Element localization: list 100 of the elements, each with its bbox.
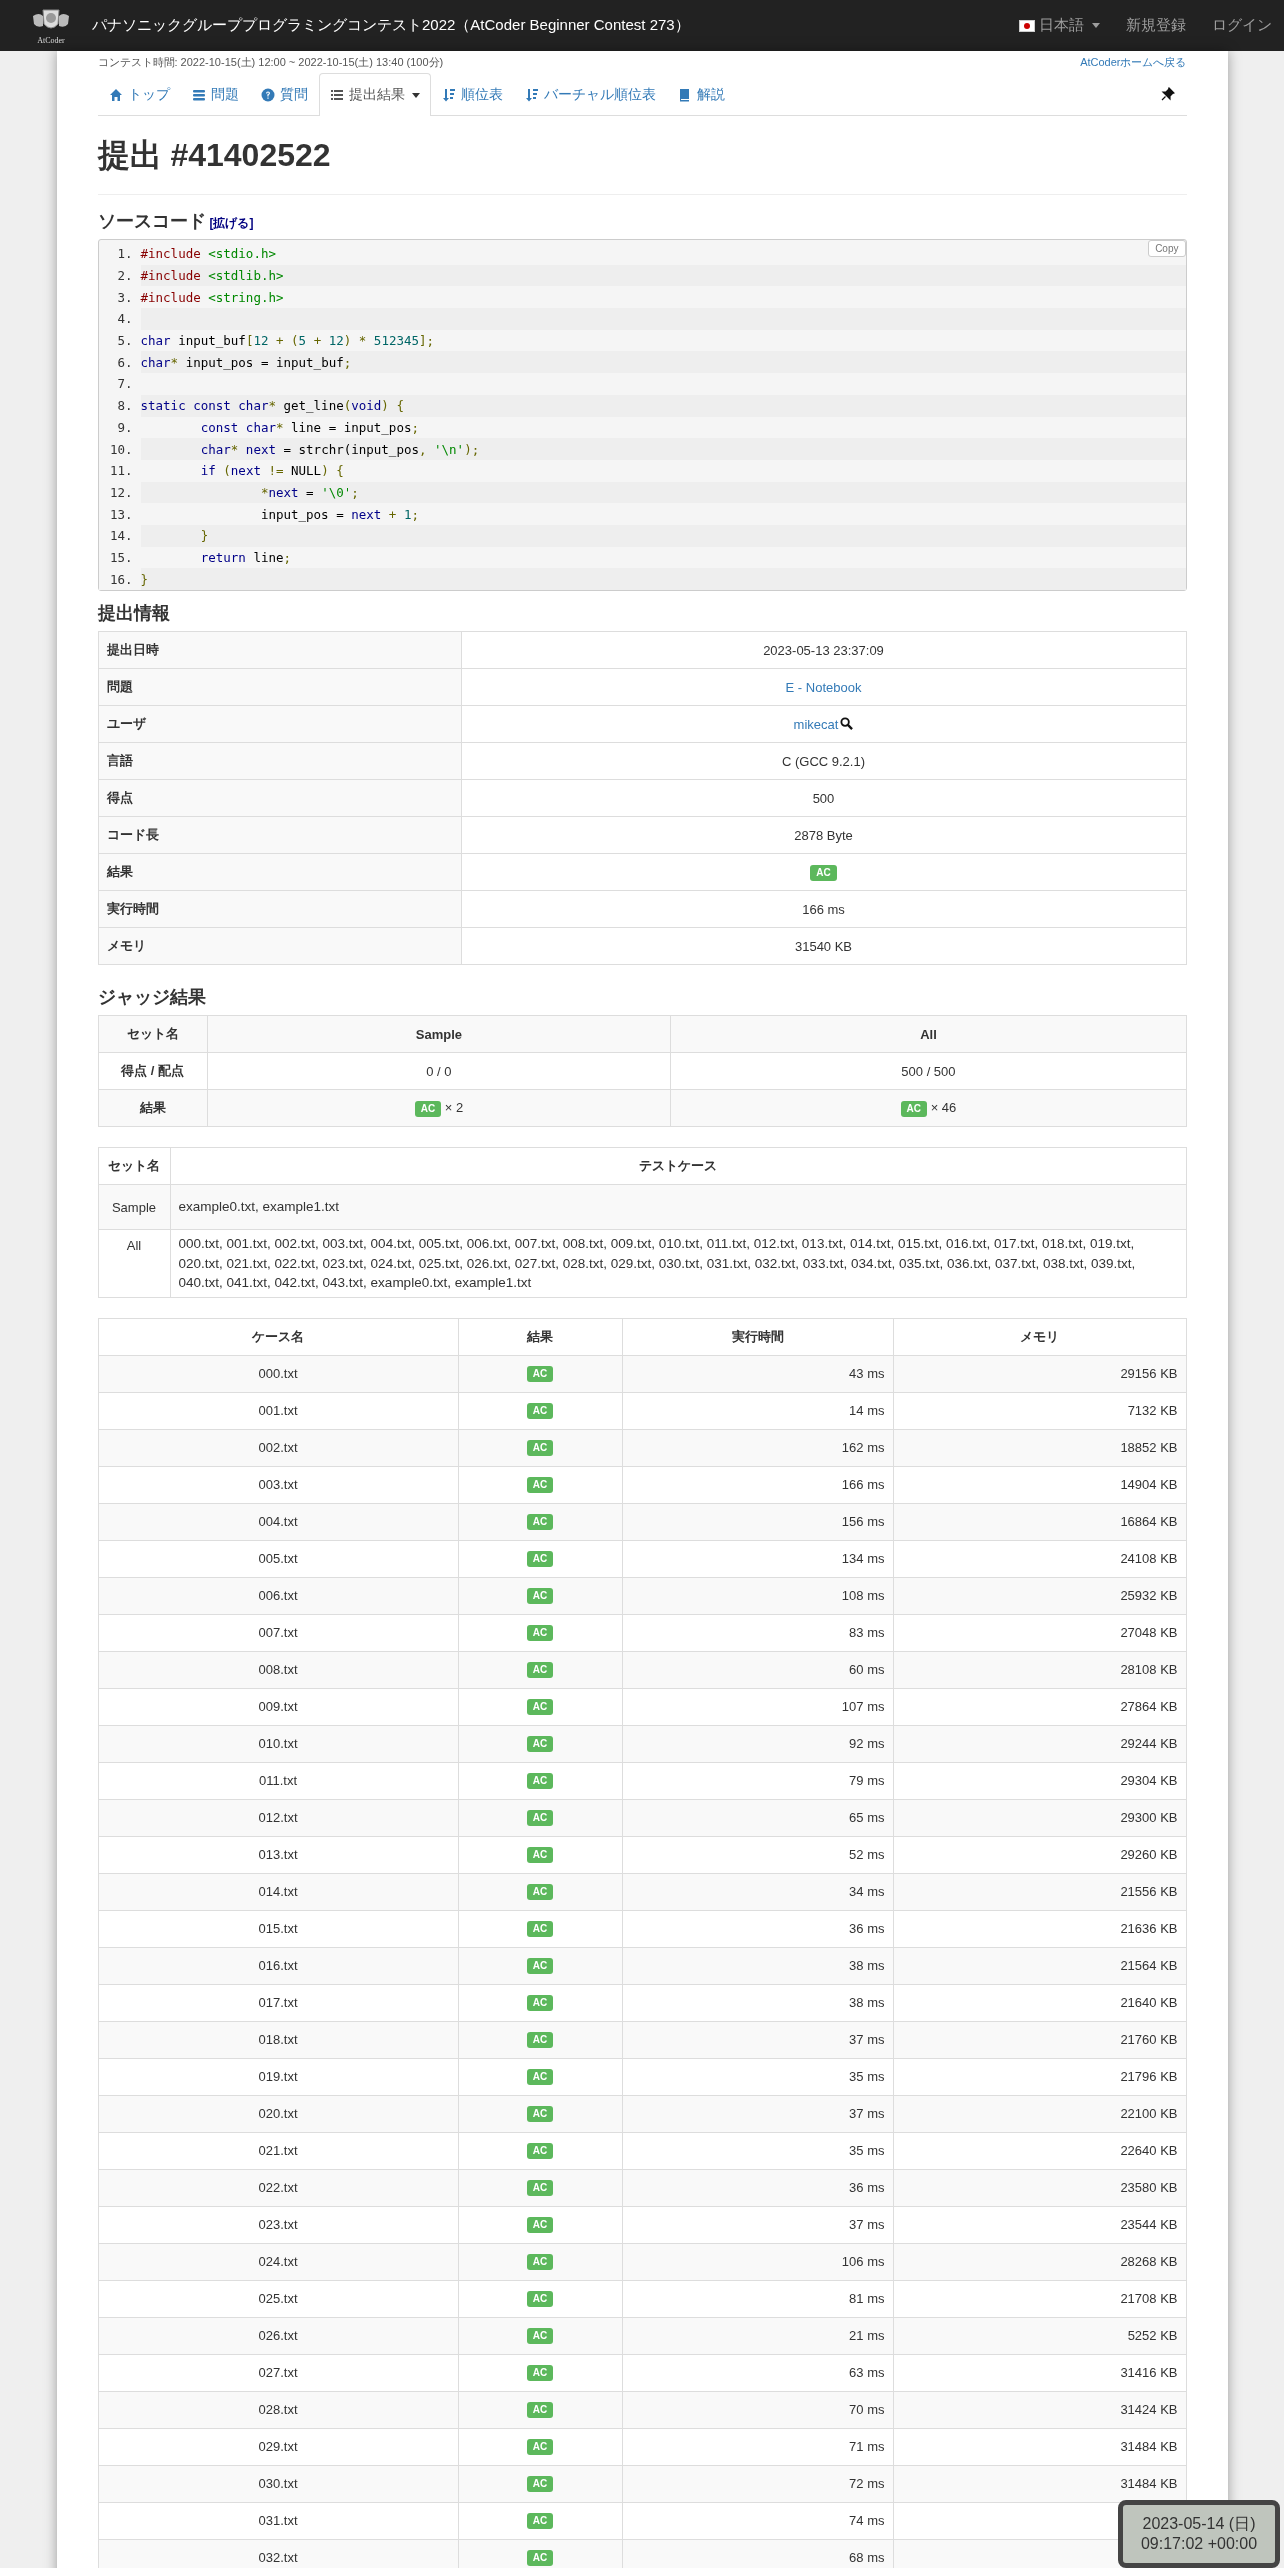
table-cell: 032.txt — [98, 2539, 458, 2568]
status-badge: AC — [526, 2217, 554, 2234]
table-header-cell: 得点 — [98, 779, 461, 817]
table-cell: 028.txt — [98, 2391, 458, 2429]
user-link[interactable]: mikecat — [793, 716, 839, 732]
pin-icon[interactable] — [1160, 87, 1175, 101]
contest-title[interactable]: パナソニックグループプログラミングコンテスト2022（AtCoder Beginner Contest 273） — [92, 16, 1019, 35]
table-cell: 29260 KB — [893, 1836, 1186, 1874]
status-badge: AC — [526, 2476, 554, 2493]
table-cell: 017.txt — [98, 1984, 458, 2022]
question-icon — [260, 87, 275, 102]
code-line: static const char* get_line(void) { — [140, 398, 404, 414]
table-cell: 000.txt — [98, 1355, 458, 1393]
table-cell: 34 ms — [622, 1873, 893, 1911]
header-link[interactable]: 新規登録 — [1126, 16, 1186, 35]
table-cell: C (GCC 9.2.1) — [461, 742, 1186, 780]
table-cell: 29300 KB — [893, 1799, 1186, 1837]
table-cell: 001.txt — [98, 1392, 458, 1430]
status-badge: AC — [526, 2328, 554, 2345]
table-cell: 011.txt — [98, 1762, 458, 1800]
table-cell: 000.txt, 001.txt, 002.txt, 003.txt, 004.txt, 005.txt, 006.txt, 007.txt, 008.txt, 009.txt, 010.txt, 011.txt, 012.txt, 013.txt, 014.txt, 015.txt, 016.txt, 017.txt, 018.txt, 019.txt, 020.txt, 021.txt, 022.txt, 023.txt, 024.txt, 025.txt, 026.txt, 027.txt, 028.txt, 029.txt, 030.txt, 031.txt, 032.txt, 033.txt, 034.txt, 035.txt, 036.txt, 037.txt, 038.txt, 039.txt, 040.txt, 041.txt, 042.txt, 043.txt, example0.txt, example1.txt — [170, 1229, 1186, 1298]
table-cell: 012.txt — [98, 1799, 458, 1837]
home-link[interactable]: AtCoderホームへ戻る — [1080, 55, 1187, 71]
row-header: 得点 / 配点 — [98, 1052, 207, 1090]
problem-link[interactable]: E - Notebook — [785, 679, 862, 695]
status-badge: AC — [526, 1884, 554, 1901]
nav-tab[interactable]: 提出結果 — [318, 73, 431, 116]
table-cell: 003.txt — [98, 1466, 458, 1504]
table-cell: 162 ms — [622, 1429, 893, 1467]
table-cell: 21640 KB — [893, 1984, 1186, 2022]
code-line: #include <stdio.h> — [140, 246, 276, 262]
table-cell: 72 ms — [622, 2465, 893, 2503]
line-number: 9. — [116, 419, 133, 435]
table-cell: 009.txt — [98, 1688, 458, 1726]
search-icon[interactable] — [840, 716, 854, 730]
nav-tab[interactable]: トップ — [97, 73, 181, 115]
header-link[interactable]: ログイン — [1212, 16, 1272, 35]
status-badge: AC — [526, 1810, 554, 1827]
clock-date: 2023-05-14 (日) — [1142, 2514, 1256, 2534]
status-badge: AC — [526, 1588, 554, 1605]
list-icon — [191, 87, 206, 102]
expand-link[interactable]: [拡げる] — [209, 215, 254, 232]
table-cell: 22100 KB — [893, 2095, 1186, 2133]
nav-tab[interactable]: 順位表 — [430, 73, 514, 115]
home-icon — [108, 87, 123, 102]
caret-icon — [1092, 23, 1100, 28]
logo-text[interactable]: AtCoder — [37, 36, 65, 45]
column-header: All — [670, 1015, 1186, 1053]
table-cell: 021.txt — [98, 2132, 458, 2170]
status-badge: AC — [526, 2513, 554, 2530]
line-number: 16. — [108, 571, 133, 587]
status-badge: AC — [414, 1100, 442, 1117]
column-header: 結果 — [458, 1318, 622, 1356]
table-cell: 36 ms — [622, 2169, 893, 2207]
table-cell: 38 ms — [622, 1984, 893, 2022]
table-cell: 166 ms — [622, 1466, 893, 1504]
status-badge: AC — [526, 1366, 554, 1383]
table-cell: 28268 KB — [893, 2243, 1186, 2281]
table-cell: 016.txt — [98, 1947, 458, 1985]
language-dropdown[interactable]: 日本語 — [1019, 16, 1100, 35]
column-header: テストケース — [170, 1147, 1186, 1185]
table-header-cell: 結果 — [98, 853, 461, 891]
table-cell: 81 ms — [622, 2280, 893, 2318]
column-header: メモリ — [893, 1318, 1186, 1356]
status-badge: AC — [526, 2106, 554, 2123]
table-cell: 31416 KB — [893, 2354, 1186, 2392]
section-heading: ソースコード — [97, 210, 206, 233]
column-header: 実行時間 — [622, 1318, 893, 1356]
table-cell: 020.txt — [98, 2095, 458, 2133]
table-cell: 022.txt — [98, 2169, 458, 2207]
table-cell: 14904 KB — [893, 1466, 1186, 1504]
nav-tab[interactable]: 問題 — [180, 73, 250, 115]
table-cell: 27048 KB — [893, 1614, 1186, 1652]
table-cell: 14 ms — [622, 1392, 893, 1430]
table-cell: 28108 KB — [893, 1651, 1186, 1689]
table-cell: 0 / 0 — [207, 1052, 671, 1090]
status-badge: AC — [526, 1773, 554, 1790]
table-cell: 005.txt — [98, 1540, 458, 1578]
copy-button[interactable]: Copy — [1148, 240, 1186, 257]
table-cell: 004.txt — [98, 1503, 458, 1541]
nav-tab[interactable]: バーチャル順位表 — [513, 73, 667, 115]
table-cell: 010.txt — [98, 1725, 458, 1763]
nav-tab[interactable]: 質問 — [249, 73, 319, 115]
status-badge: AC — [526, 1403, 554, 1420]
table-cell: 31540 KB — [461, 927, 1186, 965]
table-cell: 43 ms — [622, 1355, 893, 1393]
table-cell: 025.txt — [98, 2280, 458, 2318]
table-cell: 29304 KB — [893, 1762, 1186, 1800]
table-cell: 500 / 500 — [670, 1052, 1186, 1090]
line-number: 12. — [108, 484, 133, 500]
table-cell: 92 ms — [622, 1725, 893, 1763]
status-badge: AC — [526, 1440, 554, 1457]
status-badge: AC — [526, 1921, 554, 1938]
nav-tab[interactable]: 解説 — [666, 73, 736, 115]
table-cell: 37 ms — [622, 2095, 893, 2133]
code-line: char input_buf[12 + (5 + 12) * 512345]; — [140, 333, 435, 349]
status-badge: AC — [900, 1100, 927, 1117]
table-cell: 23580 KB — [893, 2169, 1186, 2207]
table-cell: 31484 KB — [893, 2428, 1186, 2466]
row-header: 結果 — [98, 1089, 207, 1127]
